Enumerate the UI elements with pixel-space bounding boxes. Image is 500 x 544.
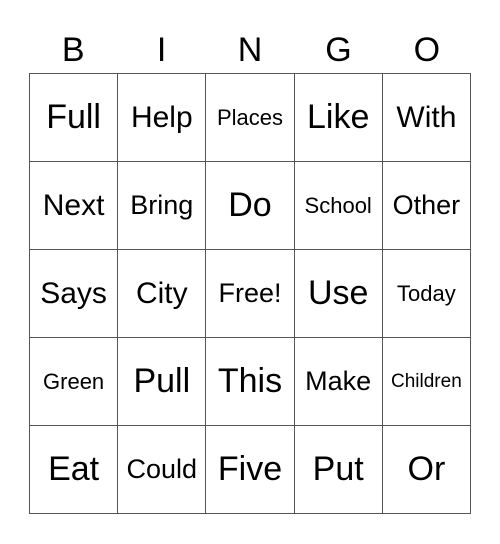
bingo-card-grid: Full Help Places Like With Next Bring Do… [29,73,471,514]
bingo-cell[interactable]: Pull [118,338,207,426]
bingo-cell[interactable]: Today [382,250,471,338]
bingo-cell[interactable]: With [382,74,471,162]
bingo-cell[interactable]: Eat [30,426,119,514]
bingo-cell[interactable]: Other [382,162,471,250]
header-letter-n: N [237,31,263,69]
bingo-cell[interactable]: Do [206,162,295,250]
header-letter-g: G [325,31,352,69]
bingo-cell[interactable]: Says [30,250,119,338]
bingo-cell[interactable]: Could [118,426,207,514]
bingo-cell[interactable]: Make [294,338,383,426]
bingo-cell[interactable]: Or [382,426,471,514]
bingo-cell[interactable]: Full [30,74,119,162]
bingo-cell[interactable]: City [118,250,207,338]
bingo-cell[interactable]: Five [206,426,295,514]
header-letter-i: I [156,31,167,69]
bingo-cell[interactable]: Help [118,74,207,162]
bingo-cell[interactable]: Use [294,250,383,338]
bingo-cell[interactable]: Like [294,74,383,162]
header-letter-o: O [413,31,441,69]
bingo-cell[interactable]: Places [206,74,295,162]
bingo-cell[interactable]: Bring [118,162,207,250]
bingo-cell[interactable]: School [294,162,383,250]
bingo-cell[interactable]: Put [294,426,383,514]
bingo-cell[interactable]: Next [30,162,119,250]
header-letter-b: B [61,31,85,69]
bingo-cell[interactable]: This [206,338,295,426]
free-space-cell[interactable]: Free! [206,250,295,338]
bingo-cell[interactable]: Green [30,338,119,426]
bingo-cell[interactable]: Children [382,338,471,426]
bingo-header: B I N G O [29,28,471,72]
